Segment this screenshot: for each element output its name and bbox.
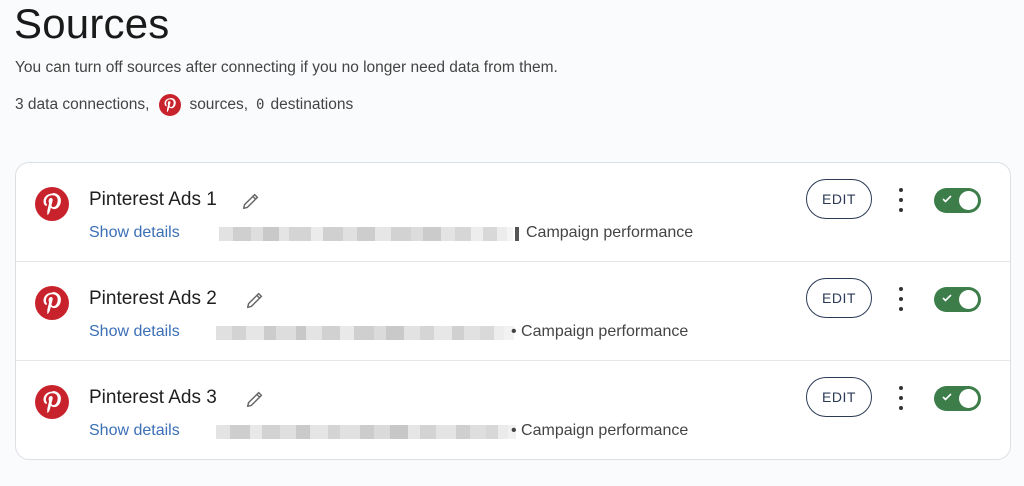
source-row: Pinterest Ads 2 Show details • Campaign … bbox=[16, 262, 1010, 361]
redacted-text bbox=[219, 227, 519, 241]
pinterest-icon bbox=[35, 286, 69, 320]
connection-summary: 3 data connections, sources, 0 destinati… bbox=[15, 94, 353, 116]
check-icon bbox=[942, 393, 952, 401]
source-meta: • Campaign performance bbox=[511, 323, 689, 340]
toggle-knob bbox=[959, 389, 978, 408]
source-meta: Campaign performance bbox=[526, 224, 694, 241]
connections-count: 3 data connections, bbox=[15, 96, 150, 113]
pencil-icon[interactable] bbox=[240, 190, 262, 212]
redacted-text bbox=[216, 326, 514, 340]
source-name: Pinterest Ads 3 bbox=[89, 387, 217, 408]
toggle-knob bbox=[959, 191, 978, 210]
destinations-count: 0 bbox=[256, 97, 265, 113]
edit-button[interactable]: EDIT bbox=[806, 179, 872, 219]
kebab-menu-icon[interactable] bbox=[894, 287, 908, 311]
source-row: Pinterest Ads 3 Show details • Campaign … bbox=[16, 361, 1010, 459]
source-row: Pinterest Ads 1 Show details Campaign pe… bbox=[16, 163, 1010, 262]
sources-label: sources, bbox=[189, 96, 249, 113]
edit-button[interactable]: EDIT bbox=[806, 377, 872, 417]
pinterest-icon bbox=[35, 385, 69, 419]
kebab-menu-icon[interactable] bbox=[894, 386, 908, 410]
destinations-label: destinations bbox=[270, 96, 354, 113]
show-details-link[interactable]: Show details bbox=[89, 321, 180, 343]
show-details-link[interactable]: Show details bbox=[89, 222, 180, 244]
show-details-link[interactable]: Show details bbox=[89, 420, 180, 442]
source-name: Pinterest Ads 1 bbox=[89, 189, 217, 210]
source-meta: • Campaign performance bbox=[511, 422, 689, 439]
redacted-text bbox=[216, 425, 516, 439]
edit-button[interactable]: EDIT bbox=[806, 278, 872, 318]
check-icon bbox=[942, 294, 952, 302]
source-enabled-toggle[interactable] bbox=[934, 386, 981, 411]
kebab-menu-icon[interactable] bbox=[894, 188, 908, 212]
page-title: Sources bbox=[14, 0, 170, 47]
source-name: Pinterest Ads 2 bbox=[89, 288, 217, 309]
check-icon bbox=[942, 195, 952, 203]
source-enabled-toggle[interactable] bbox=[934, 188, 981, 213]
toggle-knob bbox=[959, 290, 978, 309]
pinterest-icon bbox=[35, 187, 69, 221]
source-enabled-toggle[interactable] bbox=[934, 287, 981, 312]
sources-list: Pinterest Ads 1 Show details Campaign pe… bbox=[15, 162, 1011, 460]
pinterest-icon bbox=[159, 94, 182, 116]
page-subtitle: You can turn off sources after connectin… bbox=[15, 59, 558, 76]
pencil-icon[interactable] bbox=[244, 289, 266, 311]
pencil-icon[interactable] bbox=[244, 388, 266, 410]
